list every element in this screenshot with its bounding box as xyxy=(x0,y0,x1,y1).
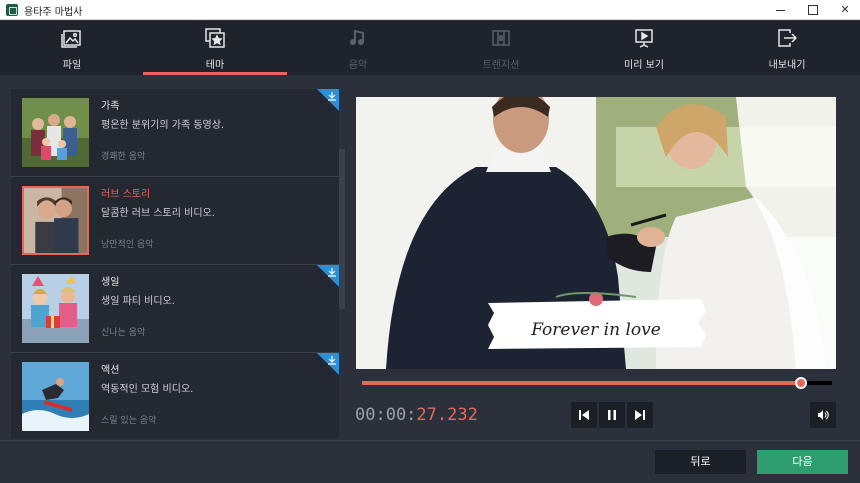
scrollbar-thumb[interactable] xyxy=(339,149,345,309)
pause-button[interactable] xyxy=(599,402,625,428)
theme-thumbnail xyxy=(22,186,89,255)
theme-music: 신나는 음악 xyxy=(101,328,146,338)
theme-description: 생일 파티 비디오. xyxy=(101,296,175,307)
next-track-button[interactable] xyxy=(627,402,653,428)
export-icon xyxy=(778,29,798,47)
tab-label: 테마 xyxy=(205,60,225,71)
volume-button[interactable] xyxy=(810,402,836,428)
theme-item-birthday[interactable]: 생일 생일 파티 비디오. 신나는 음악 xyxy=(11,265,339,353)
download-icon[interactable] xyxy=(317,265,339,287)
transition-icon xyxy=(492,30,510,46)
tab-label: 트랜지션 xyxy=(482,60,520,71)
theme-description: 평온한 분위기의 가족 동영상. xyxy=(101,120,225,131)
next-button[interactable]: 다음 xyxy=(757,450,848,474)
step-navigation: 파일 테마 음악 트랜지션 미리 보기 내보내기 xyxy=(0,21,860,75)
theme-item-family[interactable]: 가족 평온한 분위기의 가족 동영상. 경쾌한 음악 xyxy=(11,89,339,177)
skip-next-icon xyxy=(635,410,645,420)
theme-description: 역동적인 모험 비디오. xyxy=(101,384,194,395)
theme-title: 가족 xyxy=(101,101,120,112)
tab-export[interactable]: 내보내기 xyxy=(715,21,859,75)
theme-music: 경쾌한 음악 xyxy=(101,152,146,162)
tab-label: 내보내기 xyxy=(768,60,806,71)
download-icon[interactable] xyxy=(317,353,339,375)
music-note-icon xyxy=(350,30,365,46)
preview-play-icon xyxy=(635,29,653,48)
tab-music[interactable]: 음악 xyxy=(286,21,430,75)
theme-music: 낭만적인 음악 xyxy=(101,240,154,250)
theme-title: 러브 스토리 xyxy=(101,189,151,200)
theme-thumbnail xyxy=(22,274,89,343)
tab-transition[interactable]: 트랜지션 xyxy=(429,21,573,75)
back-button[interactable]: 뒤로 xyxy=(655,450,746,474)
previous-button[interactable] xyxy=(571,402,597,428)
skip-previous-icon xyxy=(579,410,589,420)
theme-list[interactable]: 가족 평온한 분위기의 가족 동영상. 경쾌한 음악 러브 스토리 달콤한 러브… xyxy=(11,89,339,438)
main-content: 가족 평온한 분위기의 가족 동영상. 경쾌한 음악 러브 스토리 달콤한 러브… xyxy=(0,75,860,440)
theme-music: 스릴 있는 음악 xyxy=(101,416,157,426)
tab-label: 파일 xyxy=(62,60,82,71)
download-icon[interactable] xyxy=(317,89,339,111)
tab-label: 미리 보기 xyxy=(624,60,664,71)
title-bar: 용타주 마법사 ✕ xyxy=(0,0,860,20)
tab-preview[interactable]: 미리 보기 xyxy=(572,21,716,75)
tab-label: 음악 xyxy=(348,60,368,71)
speaker-icon xyxy=(818,410,829,420)
tab-file[interactable]: 파일 xyxy=(0,21,144,75)
theme-star-icon xyxy=(205,28,225,48)
theme-thumbnail xyxy=(22,362,89,431)
theme-thumbnail xyxy=(22,98,89,167)
timecode-value: 27.232 xyxy=(416,405,478,425)
preview-frame: Forever in love xyxy=(356,97,836,369)
timecode-prefix: 00:00: xyxy=(355,405,417,425)
theme-title: 액션 xyxy=(101,365,120,376)
maximize-button[interactable] xyxy=(796,0,830,20)
minimize-button[interactable] xyxy=(764,0,798,20)
video-preview[interactable]: Forever in love xyxy=(356,97,836,369)
app-icon xyxy=(6,4,18,16)
theme-item-love-story[interactable]: 러브 스토리 달콤한 러브 스토리 비디오. 낭만적인 음악 xyxy=(11,177,339,265)
timecode: 00:00:27.232 xyxy=(355,405,478,425)
close-button[interactable]: ✕ xyxy=(828,0,860,20)
theme-list-scrollbar[interactable] xyxy=(339,89,345,438)
theme-title: 생일 xyxy=(101,277,120,288)
pause-icon xyxy=(608,410,616,420)
theme-description: 달콤한 러브 스토리 비디오. xyxy=(101,208,215,219)
progress-handle[interactable] xyxy=(795,377,808,389)
preview-caption: Forever in love xyxy=(530,320,661,340)
playback-progress[interactable] xyxy=(362,377,832,389)
tab-theme[interactable]: 테마 xyxy=(143,21,287,75)
footer-bar: 뒤로 다음 xyxy=(0,440,860,483)
progress-fill xyxy=(362,381,802,385)
image-file-icon xyxy=(61,30,81,48)
window-title: 용타주 마법사 xyxy=(24,7,83,18)
theme-item-action[interactable]: 액션 역동적인 모험 비디오. 스릴 있는 음악 xyxy=(11,353,339,438)
